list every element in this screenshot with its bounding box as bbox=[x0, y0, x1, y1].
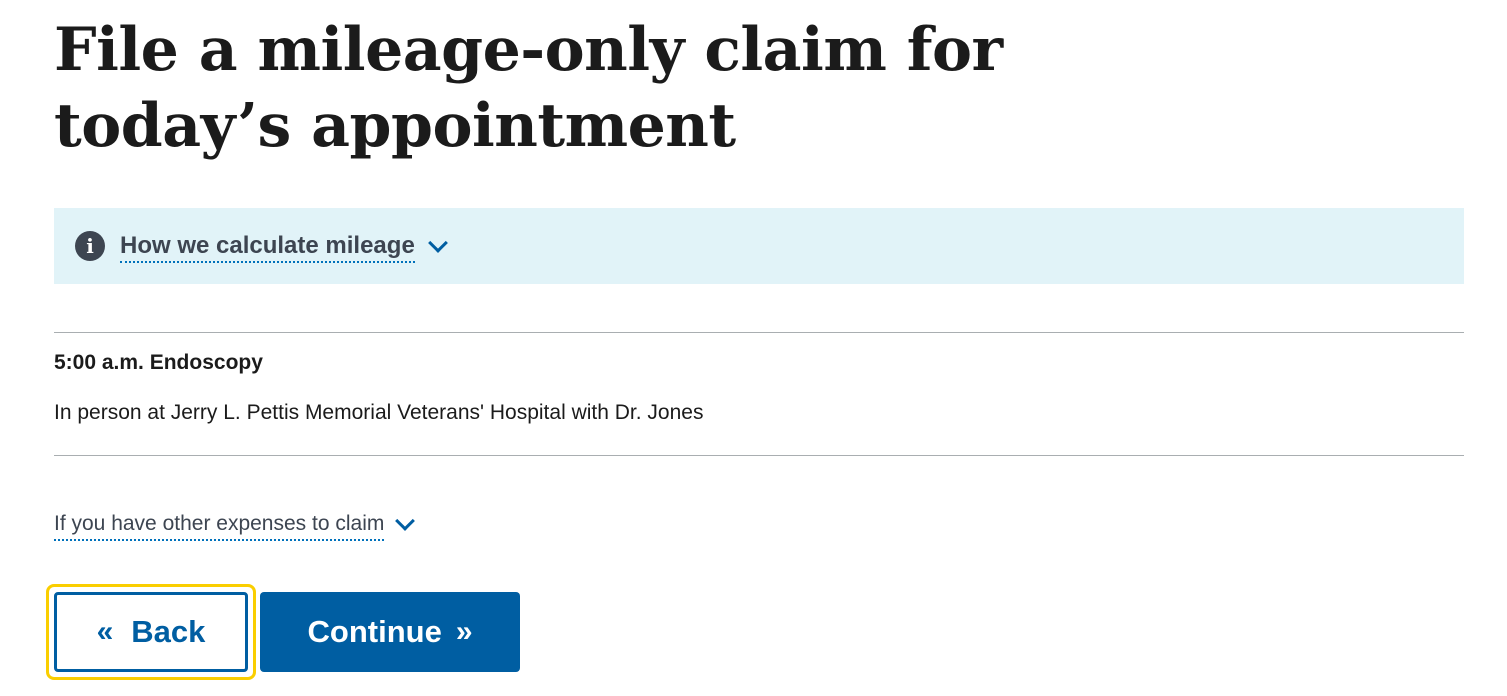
double-chevron-right-icon: » bbox=[455, 615, 473, 648]
info-icon: i bbox=[75, 231, 105, 261]
back-button-label: Back bbox=[131, 614, 206, 649]
appointment-detail: In person at Jerry L. Pettis Memorial Ve… bbox=[54, 401, 704, 424]
chevron-down-icon bbox=[427, 233, 448, 253]
page-title: File a mileage-only claim for today’s ap… bbox=[54, 15, 1003, 161]
continue-button-label: Continue bbox=[307, 614, 442, 649]
double-chevron-left-icon: « bbox=[96, 615, 114, 648]
continue-button[interactable]: Continue » bbox=[260, 592, 520, 672]
chevron-down-icon bbox=[395, 511, 416, 531]
info-alert: i How we calculate mileage bbox=[54, 208, 1464, 284]
other-expenses-label: If you have other expenses to claim bbox=[54, 509, 385, 541]
divider bbox=[54, 455, 1464, 456]
divider bbox=[54, 332, 1464, 333]
mileage-calculation-toggle[interactable]: How we calculate mileage bbox=[120, 230, 448, 264]
appointment-title: 5:00 a.m. Endoscopy bbox=[54, 351, 263, 374]
other-expenses-toggle[interactable]: If you have other expenses to claim bbox=[54, 507, 416, 543]
mileage-calculation-label: How we calculate mileage bbox=[120, 231, 415, 263]
back-button[interactable]: « Back bbox=[54, 592, 248, 672]
